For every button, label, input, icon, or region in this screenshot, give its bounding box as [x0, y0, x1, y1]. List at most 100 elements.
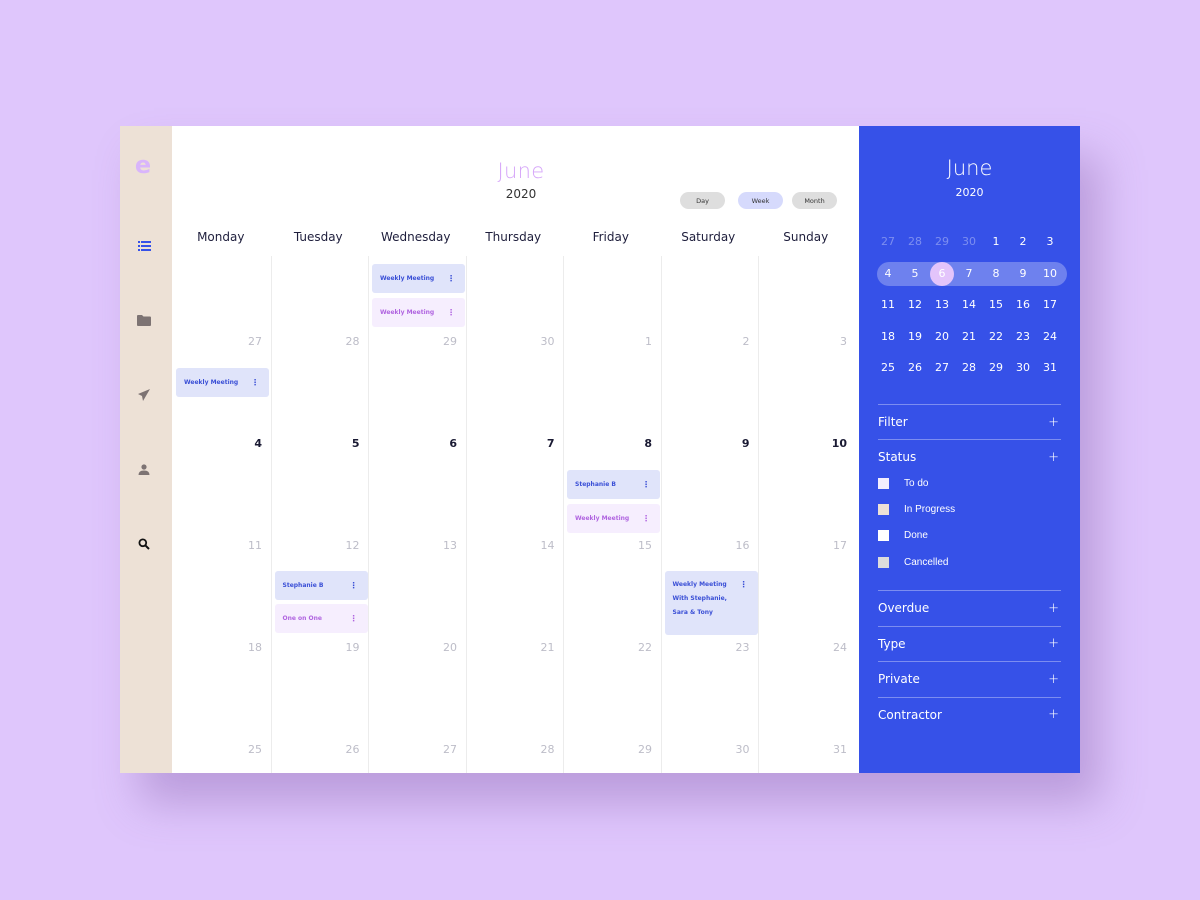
day-cell-number[interactable]: 20: [427, 641, 457, 654]
filter-toggle[interactable]: Filter +: [878, 405, 1061, 439]
event-card[interactable]: Weekly Meeting ⋮: [372, 264, 465, 293]
day-cell-number[interactable]: 10: [817, 437, 847, 450]
more-vertical-icon[interactable]: ⋮: [447, 272, 455, 286]
day-cell-number[interactable]: 6: [427, 437, 457, 450]
status-checkbox-item[interactable]: Done: [878, 523, 1061, 549]
mini-day[interactable]: 10: [1038, 262, 1062, 286]
mini-day[interactable]: 29: [930, 230, 954, 254]
view-week-button[interactable]: Week: [738, 192, 783, 209]
mini-day[interactable]: 2: [1011, 230, 1035, 254]
day-cell-number[interactable]: 30: [525, 335, 555, 348]
day-cell-number[interactable]: 28: [330, 335, 360, 348]
day-cell-number[interactable]: 27: [427, 743, 457, 756]
checkbox[interactable]: [878, 477, 889, 489]
user-icon[interactable]: [136, 461, 152, 477]
mini-day[interactable]: 12: [903, 293, 927, 317]
view-month-button[interactable]: Month: [792, 192, 837, 209]
more-vertical-icon[interactable]: ⋮: [350, 579, 358, 593]
day-cell-number[interactable]: 29: [622, 743, 652, 756]
folder-icon[interactable]: [136, 312, 152, 328]
mini-day[interactable]: 15: [984, 293, 1008, 317]
day-cell-number[interactable]: 8: [622, 437, 652, 450]
search-icon[interactable]: [136, 536, 152, 552]
filter-section-contractor[interactable]: Contractor +: [878, 698, 1061, 733]
more-vertical-icon[interactable]: ⋮: [740, 578, 748, 592]
mini-day[interactable]: 3: [1038, 230, 1062, 254]
mini-day[interactable]: 28: [957, 356, 981, 380]
mini-day[interactable]: 30: [957, 230, 981, 254]
day-cell-number[interactable]: 3: [817, 335, 847, 348]
day-cell-number[interactable]: 25: [232, 743, 262, 756]
more-vertical-icon[interactable]: ⋮: [350, 612, 358, 626]
day-cell-number[interactable]: 7: [525, 437, 555, 450]
more-vertical-icon[interactable]: ⋮: [642, 512, 650, 526]
status-checkbox-item[interactable]: To do: [878, 470, 1061, 496]
day-cell-number[interactable]: 23: [720, 641, 750, 654]
day-cell-number[interactable]: 12: [330, 539, 360, 552]
mini-day[interactable]: 25: [876, 356, 900, 380]
status-toggle[interactable]: Status +: [878, 440, 1061, 474]
status-checkbox-item[interactable]: Cancelled: [878, 549, 1061, 575]
day-cell-number[interactable]: 21: [525, 641, 555, 654]
checkbox[interactable]: [878, 556, 889, 568]
checkbox[interactable]: [878, 530, 889, 542]
event-card[interactable]: Weekly Meeting ⋮: [372, 298, 465, 327]
day-cell-number[interactable]: 4: [232, 437, 262, 450]
more-vertical-icon[interactable]: ⋮: [251, 376, 259, 390]
mini-day[interactable]: 30: [1011, 356, 1035, 380]
checkbox[interactable]: [878, 503, 889, 515]
filter-section-private[interactable]: Private +: [878, 662, 1061, 697]
mini-day[interactable]: 14: [957, 293, 981, 317]
mini-day[interactable]: 18: [876, 325, 900, 349]
event-card[interactable]: Stephanie B ⋮: [567, 470, 660, 499]
day-cell-number[interactable]: 28: [525, 743, 555, 756]
mini-day[interactable]: 8: [984, 262, 1008, 286]
mini-day[interactable]: 13: [930, 293, 954, 317]
day-cell-number[interactable]: 15: [622, 539, 652, 552]
day-cell-number[interactable]: 14: [525, 539, 555, 552]
day-cell-number[interactable]: 26: [330, 743, 360, 756]
day-cell-number[interactable]: 5: [330, 437, 360, 450]
day-cell-number[interactable]: 2: [720, 335, 750, 348]
mini-day[interactable]: 27: [876, 230, 900, 254]
day-cell-number[interactable]: 29: [427, 335, 457, 348]
mini-day[interactable]: 22: [984, 325, 1008, 349]
mini-day[interactable]: 28: [903, 230, 927, 254]
day-cell-number[interactable]: 17: [817, 539, 847, 552]
day-cell-number[interactable]: 27: [232, 335, 262, 348]
day-cell-number[interactable]: 24: [817, 641, 847, 654]
mini-day[interactable]: 31: [1038, 356, 1062, 380]
event-card[interactable]: Weekly Meeting ⋮: [176, 368, 269, 397]
mini-day[interactable]: 26: [903, 356, 927, 380]
day-cell-number[interactable]: 11: [232, 539, 262, 552]
mini-day[interactable]: 1: [984, 230, 1008, 254]
mini-day[interactable]: 9: [1011, 262, 1035, 286]
day-cell-number[interactable]: 19: [330, 641, 360, 654]
event-card[interactable]: Stephanie B ⋮: [274, 571, 368, 600]
day-cell-number[interactable]: 13: [427, 539, 457, 552]
view-day-button[interactable]: Day: [680, 192, 725, 209]
mini-day[interactable]: 16: [1011, 293, 1035, 317]
mini-day[interactable]: 17: [1038, 293, 1062, 317]
day-cell-number[interactable]: 22: [622, 641, 652, 654]
more-vertical-icon[interactable]: ⋮: [642, 478, 650, 492]
filter-section-overdue[interactable]: Overdue +: [878, 591, 1061, 626]
mini-day[interactable]: 29: [984, 356, 1008, 380]
mini-day[interactable]: 11: [876, 293, 900, 317]
mini-day[interactable]: 19: [903, 325, 927, 349]
status-checkbox-item[interactable]: In Progress: [878, 496, 1061, 522]
event-card[interactable]: Weekly Meeting ⋮: [567, 504, 660, 533]
mini-day[interactable]: 21: [957, 325, 981, 349]
list-icon[interactable]: [136, 238, 152, 254]
day-cell-number[interactable]: 16: [720, 539, 750, 552]
day-cell-number[interactable]: 1: [622, 335, 652, 348]
day-cell-number[interactable]: 18: [232, 641, 262, 654]
send-icon[interactable]: [136, 387, 152, 403]
filter-section-type[interactable]: Type +: [878, 627, 1061, 662]
mini-day[interactable]: 23: [1011, 325, 1035, 349]
mini-day[interactable]: 4: [876, 262, 900, 286]
mini-day-selected[interactable]: 6: [930, 261, 954, 286]
mini-day[interactable]: 20: [930, 325, 954, 349]
mini-day[interactable]: 27: [930, 356, 954, 380]
day-cell-number[interactable]: 31: [817, 743, 847, 756]
